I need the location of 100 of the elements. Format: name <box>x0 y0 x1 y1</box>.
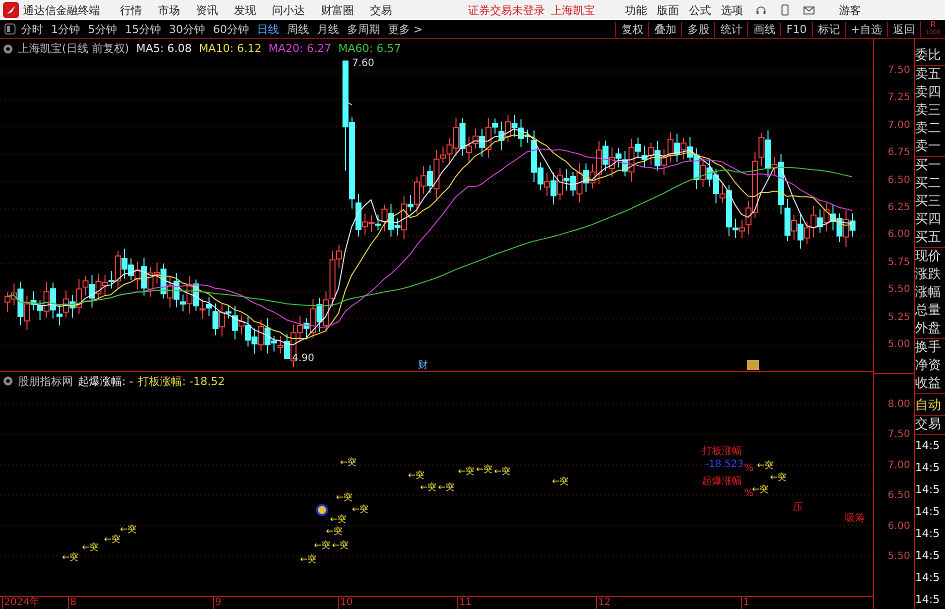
breakout-marker: ←突 <box>458 466 475 478</box>
mail-icon[interactable] <box>803 4 815 16</box>
quote-label: 涨幅 <box>915 284 942 302</box>
menu-item[interactable]: 选项 <box>721 2 743 18</box>
event-marker-icon[interactable] <box>747 360 759 370</box>
quote-label: 现价 <box>915 248 942 266</box>
quote-label: 买四 <box>915 211 942 229</box>
price-tick: 5.25 <box>888 312 910 323</box>
breakout-marker: ←突 <box>300 554 317 566</box>
period-tab[interactable]: 60分钟 <box>213 22 249 36</box>
toolbar-button[interactable]: 返回 <box>887 22 920 36</box>
quote-label: 买二 <box>915 175 942 193</box>
panel-toggle-icon[interactable] <box>4 23 16 35</box>
indicator-tick: 6.50 <box>888 490 910 502</box>
quote-label: 买五 <box>915 229 945 248</box>
quote-label: 买三 <box>915 193 942 211</box>
chart-title: 上海凯宝(日线 前复权) <box>18 41 130 56</box>
quote-label: 卖二 <box>915 120 942 138</box>
quote-label: 外盘 <box>915 320 945 339</box>
headset-icon[interactable] <box>755 4 767 16</box>
price-tick: 6.00 <box>888 229 910 240</box>
trade-time: 14:5 <box>915 438 941 454</box>
toolbar-button[interactable]: F10 <box>780 22 812 36</box>
trade-time: 14:5 <box>915 460 941 476</box>
menu-item[interactable]: 功能 <box>625 2 647 18</box>
phone-icon[interactable] <box>779 4 791 16</box>
breakout-marker: ←突 <box>352 504 369 516</box>
menu-item[interactable]: 财富圈 <box>321 2 354 18</box>
breakout-marker: ←突 <box>104 534 121 546</box>
trade-time: 14:5 <box>915 482 941 498</box>
trade-time: 14:5 <box>915 504 941 520</box>
period-tab[interactable]: 更多 > <box>388 22 423 36</box>
settings-icon[interactable] <box>3 376 13 386</box>
menu-item[interactable]: 问小达 <box>272 2 305 18</box>
menu-item[interactable]: 行情 <box>120 2 142 18</box>
login-notice[interactable]: 证券交易未登录 <box>468 2 545 18</box>
breakout-marker: ←突 <box>332 540 349 552</box>
toolbar-button[interactable]: 统计 <box>714 22 748 36</box>
date-label: 10 <box>338 597 353 609</box>
indicator-tick: 5.50 <box>888 551 910 562</box>
breakout-marker: ←突 <box>476 464 493 476</box>
menu-item[interactable]: 公式 <box>689 2 711 18</box>
menu-item[interactable]: 交易 <box>370 2 392 18</box>
logo-icon <box>3 2 19 18</box>
quote-label: 买一 <box>915 157 942 175</box>
moving-average-value: MA10: 6.12 <box>198 42 262 55</box>
date-label: 1 <box>741 597 750 609</box>
breakout-marker: ←突 <box>494 466 511 478</box>
quote-label: 涨跌 <box>915 266 942 284</box>
date-label: 2024年 <box>2 597 40 609</box>
moving-average-value: MA5: 6.08 <box>136 42 192 55</box>
chart-annotation: % <box>744 462 754 475</box>
breakout-marker: ←突 <box>82 542 99 554</box>
user-name[interactable]: 游客 <box>839 2 861 18</box>
auto-tab[interactable]: 自动 <box>915 397 945 416</box>
menu-item[interactable]: 版面 <box>657 2 679 18</box>
period-tab[interactable]: 日线 <box>257 22 279 36</box>
toolbar-button[interactable]: 标记 <box>812 22 845 36</box>
breakout-marker: ←突 <box>330 514 347 526</box>
toolbar-button[interactable]: 多股 <box>681 22 714 36</box>
period-tab[interactable]: 月线 <box>317 22 339 36</box>
trade-time: 14:5 <box>915 592 941 608</box>
period-tab[interactable]: 30分钟 <box>169 22 205 36</box>
breakout-marker: ←突 <box>326 526 343 538</box>
trade-tab[interactable]: 交易 <box>915 416 945 435</box>
date-label: 12 <box>596 597 611 609</box>
breakout-marker: ←突 <box>62 552 79 564</box>
price-tick: 5.50 <box>888 284 910 296</box>
breakout-marker: ←突 <box>120 524 137 536</box>
menu-item[interactable]: 发现 <box>234 2 256 18</box>
toolbar-button[interactable]: 复权 <box>615 22 648 36</box>
moving-average-value: MA20: 6.27 <box>268 42 332 55</box>
date-label: 11 <box>457 597 472 609</box>
quote-label: 收益 <box>915 375 945 394</box>
menu-item[interactable]: 资讯 <box>196 2 218 18</box>
toolbar-button[interactable]: 叠加 <box>648 22 682 36</box>
menu-item[interactable]: 市场 <box>158 2 180 18</box>
breakout-marker: ←突 <box>314 540 331 552</box>
price-tick: 6.25 <box>888 202 910 213</box>
chart-annotation: 压 <box>793 502 803 514</box>
breakout-marker: ←突 <box>340 456 357 469</box>
period-tab[interactable]: 多周期 <box>347 22 380 36</box>
breakout-marker: ←突 <box>336 492 353 504</box>
breakout-marker: ←突 <box>438 482 455 494</box>
period-tab[interactable]: 分时 <box>21 22 43 36</box>
toolbar-button[interactable]: +自选 <box>844 22 887 36</box>
price-tick: 5.00 <box>888 339 910 350</box>
period-tab[interactable]: 1分钟 <box>51 22 80 36</box>
coin-icon <box>316 504 328 516</box>
quote-label: 净资 <box>915 357 942 375</box>
period-tab[interactable]: 周线 <box>287 22 309 36</box>
quote-label: 卖五 <box>915 66 942 84</box>
quote-label: 总量 <box>915 302 942 320</box>
settings-icon[interactable] <box>3 44 13 54</box>
toolbar-button[interactable]: 画线 <box>747 22 780 36</box>
period-tab[interactable]: 5分钟 <box>88 22 117 36</box>
period-tab[interactable]: 15分钟 <box>125 22 161 36</box>
chart-annotation: 吸筹 <box>845 512 865 525</box>
quote-label: 卖三 <box>915 102 942 120</box>
event-marker[interactable]: 财 <box>418 358 428 372</box>
